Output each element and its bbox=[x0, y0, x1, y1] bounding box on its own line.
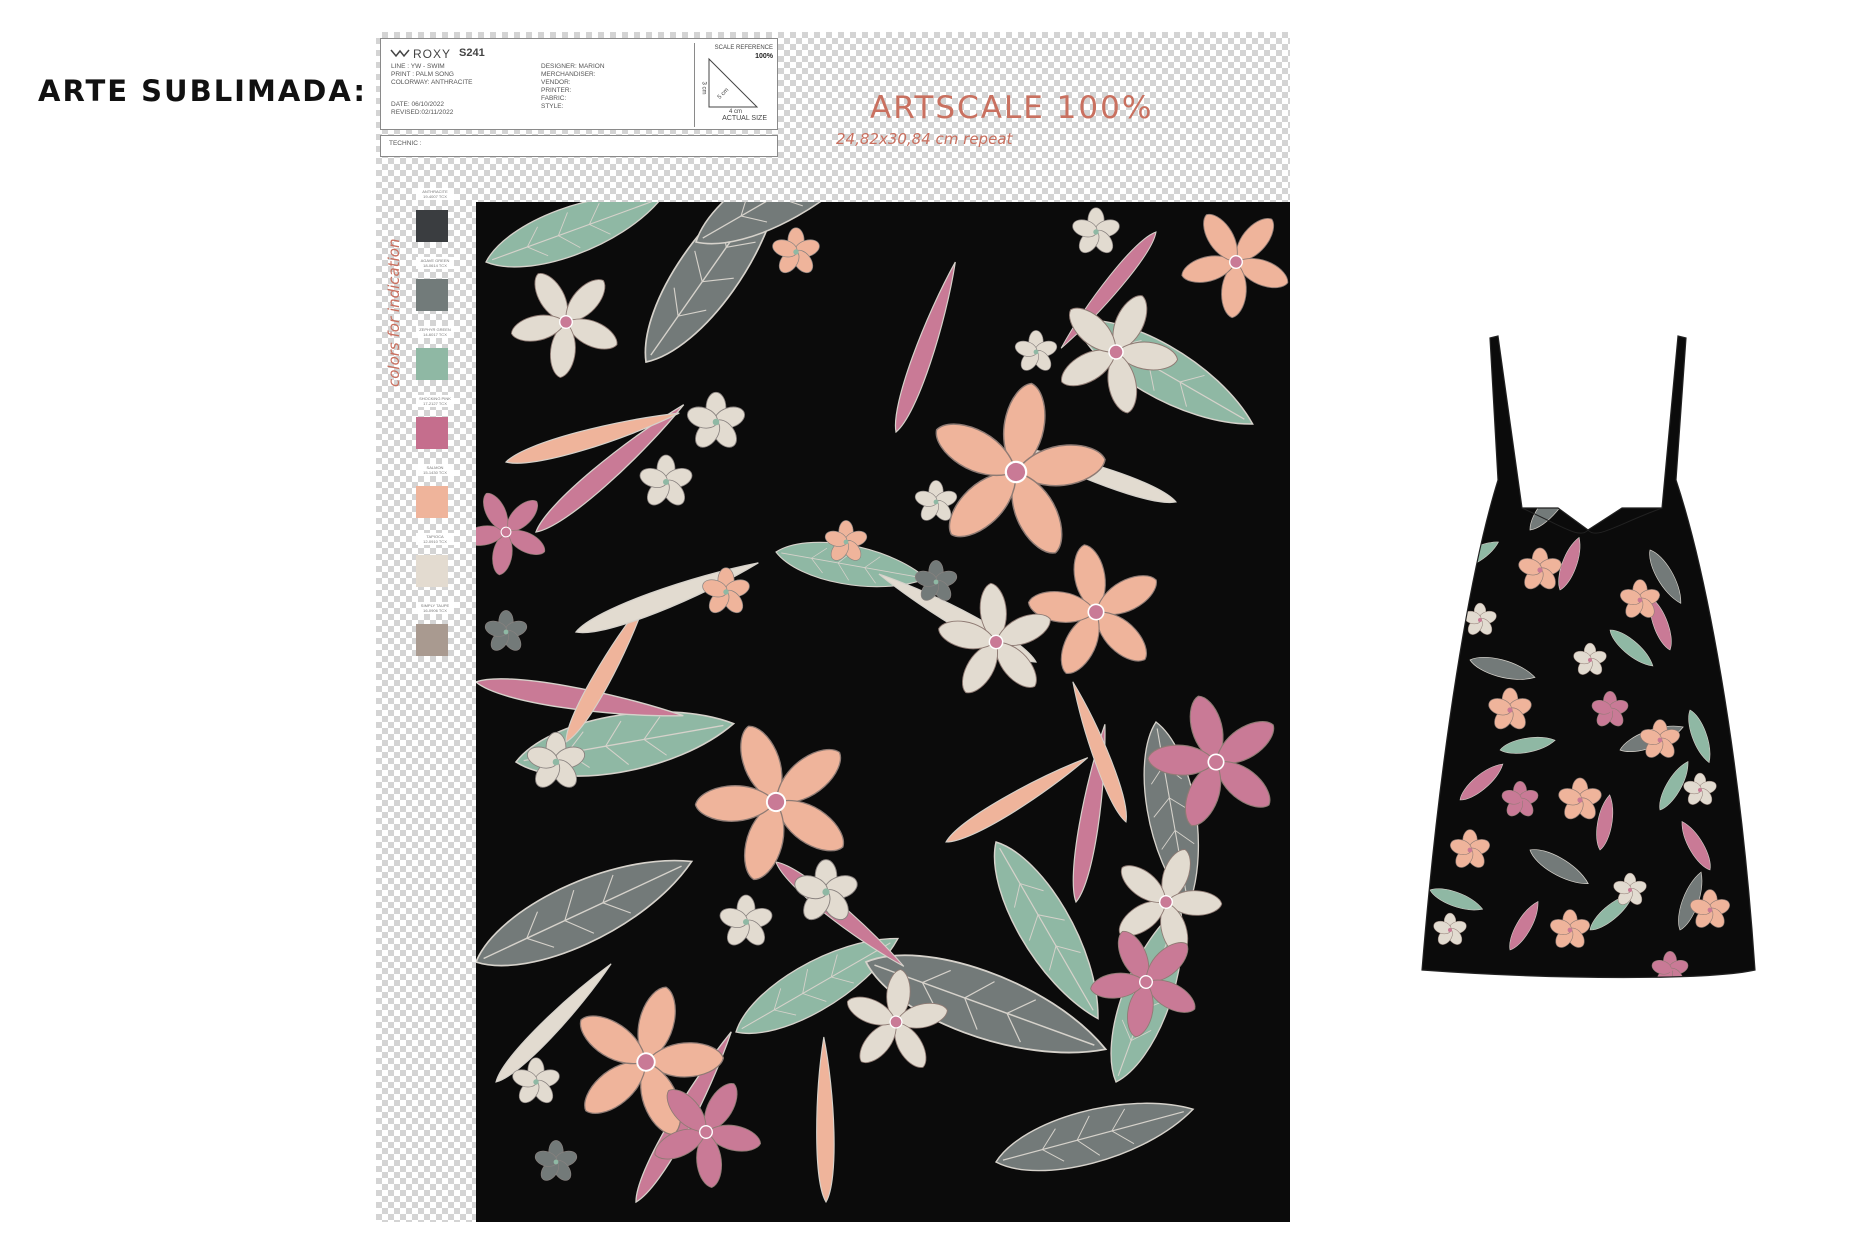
scale-reference-label: SCALE REFERENCE bbox=[714, 45, 773, 51]
swatch-salmon: SALMON 15-1430 TCX bbox=[414, 464, 458, 533]
page-title: ARTE SUBLIMADA: bbox=[38, 74, 367, 108]
swatch-agave-green: AGAVE GREEN 18-0614 TCX bbox=[414, 257, 458, 326]
swatch-chip bbox=[416, 348, 448, 380]
merchandiser-text: MERCHANDISER: bbox=[541, 71, 596, 78]
swatch-code: 14-6017 TCX bbox=[423, 332, 447, 337]
color-swatches: ANTHRACITE 19-4007 TCX AGAVE GREEN 18-0614… bbox=[414, 188, 458, 671]
swatch-code: 15-1430 TCX bbox=[423, 470, 447, 475]
swatch-code: 17-2127 TCX bbox=[423, 401, 447, 406]
swatch-code: 19-4007 TCX bbox=[423, 194, 447, 199]
swatch-chip bbox=[416, 486, 448, 518]
swatch-chip bbox=[416, 555, 448, 587]
brand-name: ROXY bbox=[413, 47, 452, 61]
vendor-text: VENDOR: bbox=[541, 79, 571, 86]
colorway-text: COLORWAY: ANTHRACITE bbox=[391, 79, 473, 86]
printer-text: PRINTER: bbox=[541, 87, 572, 94]
swatch-tapioca: TAPIOCA 12-0910 TCX bbox=[414, 533, 458, 602]
style-text: STYLE: bbox=[541, 103, 564, 110]
tech-info-left: LINE : YW - SWIM PRINT : PALM SONG COLOR… bbox=[391, 63, 473, 117]
swatch-chip bbox=[416, 279, 448, 311]
date-text: DATE: 06/10/2022 bbox=[391, 101, 444, 108]
revised-text: REVISED:02/11/2022 bbox=[391, 109, 454, 116]
designer-text: DESIGNER: MARION bbox=[541, 63, 605, 70]
tech-card: ROXY S241 LINE : YW - SWIM PRINT : PALM … bbox=[380, 38, 778, 130]
fabric-text: FABRIC: bbox=[541, 95, 567, 102]
scale-triangle-icon bbox=[708, 57, 759, 108]
artscale-label: ARTSCALE 100% bbox=[870, 90, 1154, 126]
swatch-code: 16-0906 TCX bbox=[423, 608, 447, 613]
swatch-chip bbox=[416, 417, 448, 449]
tech-info-middle: DESIGNER: MARION MERCHANDISER: VENDOR: P… bbox=[541, 63, 605, 111]
swatch-code: 12-0910 TCX bbox=[423, 539, 447, 544]
swatch-shocking-pink: SHOCKING PINK 17-2127 TCX bbox=[414, 395, 458, 464]
dress-mockup bbox=[1421, 335, 1756, 979]
swatch-chip bbox=[416, 210, 448, 242]
artwork-sheet: ROXY S241 LINE : YW - SWIM PRINT : PALM … bbox=[376, 32, 1290, 1222]
swatch-zephyr-green: ZEPHYR GREEN 14-6017 TCX bbox=[414, 326, 458, 395]
swatch-code: 18-0614 TCX bbox=[423, 263, 447, 268]
technic-field: TECHNIC : bbox=[380, 135, 778, 157]
season-code: S241 bbox=[459, 47, 485, 59]
indication-text: colors for indication bbox=[385, 238, 403, 387]
swatch-anthracite: ANTHRACITE 19-4007 TCX bbox=[414, 188, 458, 257]
roxy-logo-icon bbox=[390, 49, 410, 58]
dim-3cm: 3 cm bbox=[700, 81, 707, 95]
print-text: PRINT : PALM SONG bbox=[391, 71, 454, 78]
repeat-label: 24,82x30,84 cm repeat bbox=[836, 130, 1013, 148]
floral-print-artwork bbox=[476, 202, 1290, 1208]
swatch-simply-taupe: SIMPLY TAUPE 16-0906 TCX bbox=[414, 602, 458, 671]
actual-size-label: ACTUAL SIZE bbox=[722, 115, 767, 122]
floral-print-repeat bbox=[476, 202, 1290, 1222]
line-text: LINE : YW - SWIM bbox=[391, 63, 445, 70]
swatch-chip bbox=[416, 624, 448, 656]
indication-note: colors for indication bbox=[385, 187, 405, 387]
